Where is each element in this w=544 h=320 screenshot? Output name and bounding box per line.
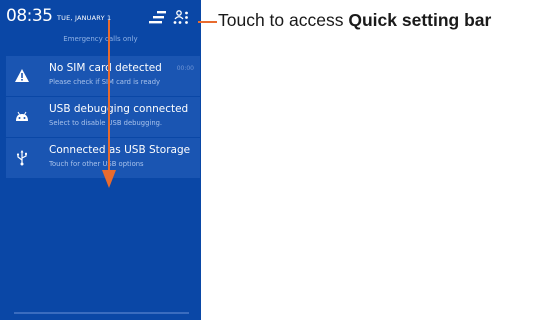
status-bar: 08:35 TUE, JANUARY 1 bbox=[0, 0, 201, 34]
callout-pointer-line bbox=[198, 21, 217, 23]
panel-drag-handle[interactable] bbox=[14, 312, 189, 314]
callout-bold: Quick setting bar bbox=[348, 10, 492, 30]
notification-title: No SIM card detected bbox=[49, 62, 162, 74]
notification-title: USB debugging connected bbox=[49, 103, 189, 115]
quick-settings-icon[interactable] bbox=[172, 10, 192, 26]
quick-setting-callout: Touch to access Quick setting bar bbox=[218, 10, 491, 31]
clock: 08:35 bbox=[6, 6, 53, 26]
swipe-down-arrow-head bbox=[102, 170, 116, 188]
notification-subtitle: Touch for other USB options bbox=[49, 160, 144, 168]
notification-subtitle: Select to disable USB debugging. bbox=[49, 119, 163, 127]
notification-panel: 08:35 TUE, JANUARY 1 Emergency calls onl… bbox=[0, 0, 201, 320]
usb-icon bbox=[16, 150, 27, 166]
callout-prefix: Touch to access bbox=[218, 10, 349, 30]
notification-subtitle: Please check if SIM card is ready bbox=[49, 78, 161, 86]
clear-notifications-icon[interactable] bbox=[148, 10, 168, 26]
date: TUE, JANUARY 1 bbox=[57, 14, 112, 22]
emergency-calls-text: Emergency calls only bbox=[63, 35, 138, 43]
android-icon bbox=[16, 111, 28, 121]
notification-usb-debugging[interactable]: USB debugging connected Select to disabl… bbox=[6, 97, 200, 138]
notification-time: 00:00 bbox=[176, 65, 194, 72]
notification-title: Connected as USB Storage bbox=[49, 144, 191, 156]
swipe-down-arrow bbox=[108, 20, 110, 173]
notification-no-sim[interactable]: No SIM card detected Please check if SIM… bbox=[6, 56, 200, 97]
warning-icon bbox=[15, 69, 29, 82]
